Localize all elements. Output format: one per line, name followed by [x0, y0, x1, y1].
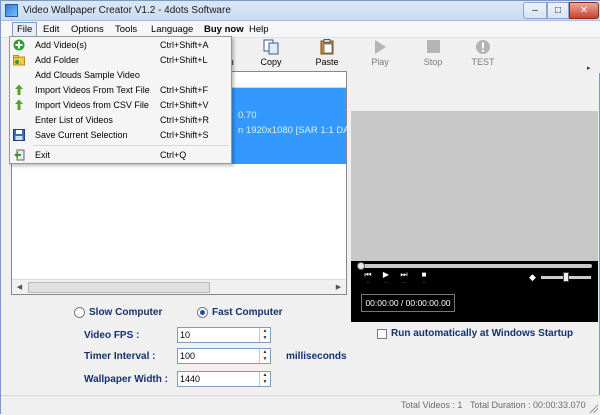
timer-unit-label: milliseconds — [286, 351, 347, 362]
timer-interval-field[interactable] — [178, 349, 256, 363]
wallpaper-width-stepper[interactable]: ▲ ▼ — [177, 371, 271, 387]
list-item-info: 0.70 — [238, 110, 257, 121]
menu-separator — [33, 145, 229, 146]
timer-interval-label: Timer Interval : — [84, 351, 156, 362]
paste-icon — [320, 39, 334, 55]
play-icon[interactable]: ▶ ◦◦ — [379, 270, 393, 288]
stop-icon — [427, 40, 440, 53]
volume-icon[interactable]: ◆ — [529, 272, 536, 283]
total-duration: Total Duration : 00:00:33.070 — [470, 400, 586, 410]
maximize-button[interactable]: □ — [547, 2, 569, 19]
import-icon — [15, 99, 23, 110]
file-menu-dropdown: Add Video(s) Ctrl+Shift+A Add Folder Ctr… — [9, 36, 232, 164]
scroll-thumb[interactable] — [28, 282, 210, 293]
video-fps-stepper[interactable]: ▲ ▼ — [177, 327, 271, 343]
menu-language[interactable]: Language — [147, 23, 197, 36]
app-window: Video Wallpaper Creator V1.2 - 4dots Sof… — [0, 0, 600, 415]
close-button[interactable]: ✕ — [569, 2, 599, 19]
scroll-left-icon[interactable]: ◀ — [13, 281, 26, 294]
status-bar: Total Videos : 1 Total Duration : 00:00:… — [1, 395, 600, 415]
window-title: Video Wallpaper Creator V1.2 - 4dots Sof… — [23, 5, 231, 16]
minimize-button[interactable]: – — [523, 2, 547, 19]
toolbar-overflow-icon[interactable]: ▸ — [587, 64, 591, 72]
play-button[interactable]: Play — [354, 38, 406, 72]
horizontal-scrollbar[interactable]: ◀ ▶ — [12, 279, 346, 294]
scroll-right-icon[interactable]: ▶ — [332, 281, 345, 294]
menu-item-save-selection[interactable]: Save Current Selection Ctrl+Shift+S — [10, 128, 231, 143]
run-startup-label[interactable]: Run automatically at Windows Startup — [391, 328, 573, 339]
menu-tools[interactable]: Tools — [111, 23, 141, 36]
copy-icon — [263, 39, 279, 55]
spin-down-icon[interactable]: ▼ — [260, 379, 270, 386]
import-icon — [15, 84, 23, 95]
resize-grip-icon[interactable] — [589, 404, 598, 413]
title-bar[interactable]: Video Wallpaper Creator V1.2 - 4dots Sof… — [1, 1, 600, 21]
spin-up-icon[interactable]: ▲ — [260, 349, 270, 356]
time-display: 00:00:00 / 00:00:00.00 — [361, 294, 455, 312]
menu-item-import-csv[interactable]: Import Videos from CSV File Ctrl+Shift+V — [10, 98, 231, 113]
video-fps-label: Video FPS : — [84, 330, 140, 341]
seek-bar[interactable] — [357, 262, 592, 270]
slow-computer-radio[interactable] — [74, 307, 85, 318]
test-button[interactable]: TEST — [457, 38, 509, 72]
menu-item-add-clouds-sample[interactable]: Add Clouds Sample Video — [10, 68, 231, 83]
volume-knob[interactable] — [563, 272, 569, 282]
play-icon — [375, 40, 386, 54]
copy-button[interactable]: Copy — [245, 38, 297, 72]
menu-options[interactable]: Options — [67, 23, 108, 36]
menu-item-enter-list[interactable]: Enter List of Videos Ctrl+Shift+R — [10, 113, 231, 128]
video-preview — [351, 111, 598, 261]
menu-item-exit[interactable]: Exit Ctrl+Q — [10, 148, 231, 163]
menu-edit[interactable]: Edit — [39, 23, 63, 36]
fast-computer-radio[interactable] — [197, 307, 208, 318]
spin-down-icon[interactable]: ▼ — [260, 335, 270, 342]
stop-button[interactable]: Stop — [407, 38, 459, 72]
fast-computer-label[interactable]: Fast Computer — [212, 307, 283, 318]
previous-icon[interactable]: ⏮ ◦◦ — [361, 270, 375, 288]
app-icon — [5, 4, 18, 17]
slow-computer-label[interactable]: Slow Computer — [89, 307, 162, 318]
wallpaper-width-label: Wallpaper Width : — [84, 374, 168, 385]
list-item-resolution: n 1920x1080 [SAR 1:1 DAR — [238, 125, 357, 136]
video-fps-field[interactable] — [178, 328, 256, 342]
save-icon — [13, 129, 25, 141]
stop-icon[interactable]: ■ ◦◦ — [417, 270, 431, 288]
folder-icon — [13, 55, 25, 66]
spin-up-icon[interactable]: ▲ — [260, 372, 270, 379]
menu-help[interactable]: Help — [245, 23, 273, 36]
menu-item-add-videos[interactable]: Add Video(s) Ctrl+Shift+A — [10, 38, 231, 53]
paste-button[interactable]: Paste — [301, 38, 353, 72]
menu-buy-now[interactable]: Buy now — [200, 23, 248, 36]
timer-interval-stepper[interactable]: ▲ ▼ — [177, 348, 271, 364]
exit-icon — [14, 149, 25, 161]
menu-file[interactable]: File — [12, 22, 38, 37]
total-videos: Total Videos : 1 — [401, 400, 463, 410]
menu-item-import-text[interactable]: Import Videos From Text File Ctrl+Shift+… — [10, 83, 231, 98]
alert-icon — [476, 40, 490, 54]
spin-down-icon[interactable]: ▼ — [260, 356, 270, 363]
next-icon[interactable]: ⏭ ◦◦ — [397, 270, 411, 288]
media-player: ⏮ ◦◦ ▶ ◦◦ ⏭ ◦◦ ■ ◦◦ ◆ 00:00:00 / 00:00:00.00 — [351, 261, 598, 322]
run-startup-checkbox[interactable] — [377, 329, 387, 339]
add-green-icon — [13, 39, 25, 51]
menu-item-add-folder[interactable]: Add Folder Ctrl+Shift+L — [10, 53, 231, 68]
spin-up-icon[interactable]: ▲ — [260, 328, 270, 335]
seek-knob[interactable] — [357, 262, 365, 270]
wallpaper-width-field[interactable] — [178, 372, 256, 386]
